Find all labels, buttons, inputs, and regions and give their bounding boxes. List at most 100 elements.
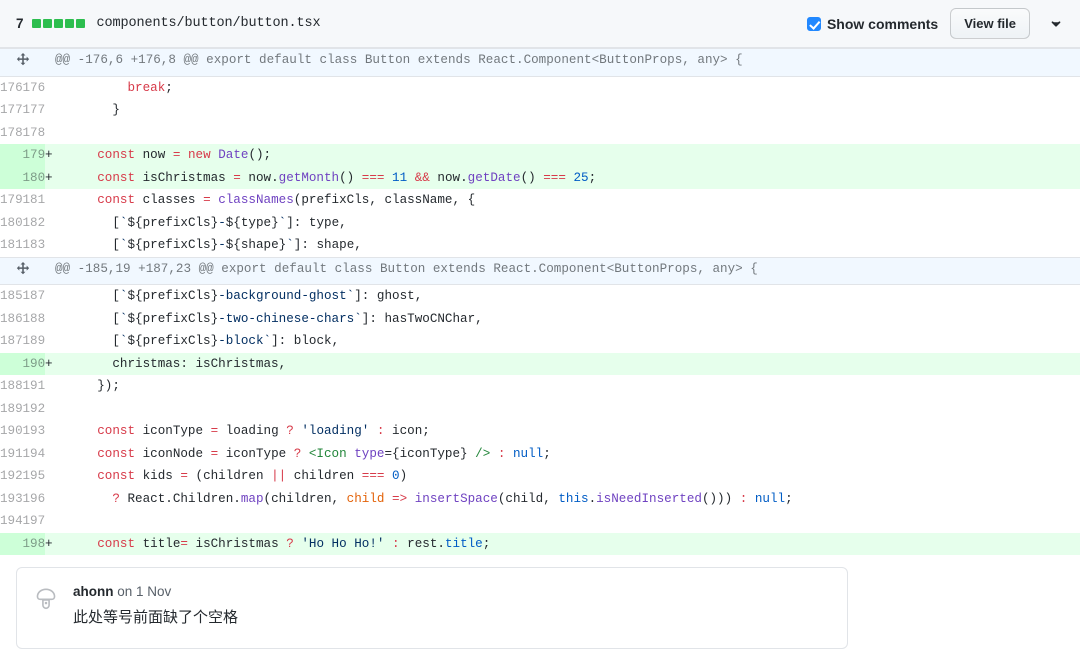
code-line[interactable]: } bbox=[45, 99, 1080, 122]
line-number-old[interactable]: 179 bbox=[0, 189, 23, 212]
line-number-new[interactable]: 190 bbox=[23, 353, 46, 376]
line-number-old[interactable]: 178 bbox=[0, 122, 23, 145]
code-line[interactable]: break; bbox=[45, 76, 1080, 99]
line-number-old[interactable]: 193 bbox=[0, 488, 23, 511]
code-line[interactable]: }); bbox=[45, 375, 1080, 398]
code-line[interactable]: const kids = (children || children === 0… bbox=[45, 465, 1080, 488]
line-number-new[interactable]: 177 bbox=[23, 99, 46, 122]
code-token: loading bbox=[218, 424, 286, 438]
code-token: rest. bbox=[400, 537, 445, 551]
line-number-old[interactable]: 177 bbox=[0, 99, 23, 122]
code-line[interactable]: const iconNode = iconType ? <Icon type={… bbox=[45, 443, 1080, 466]
expand-hunk-button[interactable] bbox=[0, 257, 45, 285]
view-file-button[interactable]: View file bbox=[950, 8, 1030, 39]
code-line[interactable]: [`${prefixCls}-${type}`]: type, bbox=[45, 212, 1080, 235]
code-token: ; bbox=[165, 81, 173, 95]
line-number-new[interactable]: 183 bbox=[23, 234, 46, 257]
show-comments-toggle[interactable]: Show comments bbox=[807, 16, 938, 32]
code-token: } bbox=[271, 216, 279, 230]
line-number-old[interactable]: 191 bbox=[0, 443, 23, 466]
code-token: (child, bbox=[498, 492, 558, 506]
code-line[interactable] bbox=[45, 122, 1080, 145]
expand-hunk-button[interactable] bbox=[0, 49, 45, 77]
code-token: (children, bbox=[264, 492, 347, 506]
code-token: now bbox=[135, 148, 173, 162]
line-number-new[interactable]: 187 bbox=[23, 285, 46, 308]
diff-row: 181183 [`${prefixCls}-${shape}`]: shape, bbox=[0, 234, 1080, 257]
code-token: ? bbox=[286, 537, 294, 551]
code-token: (prefixCls, className, { bbox=[294, 193, 475, 207]
file-path[interactable]: components/button/button.tsx bbox=[97, 16, 321, 31]
code-line[interactable]: ? React.Children.map(children, child => … bbox=[45, 488, 1080, 511]
line-number-new[interactable]: 178 bbox=[23, 122, 46, 145]
line-number-new[interactable]: 194 bbox=[23, 443, 46, 466]
comment-author[interactable]: ahonn bbox=[73, 584, 114, 599]
diff-row: 185187 [`${prefixCls}-background-ghost`]… bbox=[0, 285, 1080, 308]
line-number-old[interactable]: 176 bbox=[0, 76, 23, 99]
code-token: ${ bbox=[127, 216, 142, 230]
line-number-old[interactable] bbox=[0, 144, 23, 167]
code-line[interactable]: [`${prefixCls}-two-chinese-chars`]: hasT… bbox=[45, 308, 1080, 331]
line-number-new[interactable]: 191 bbox=[23, 375, 46, 398]
code-line[interactable]: const classes = classNames(prefixCls, cl… bbox=[45, 189, 1080, 212]
line-number-new[interactable]: 195 bbox=[23, 465, 46, 488]
line-number-old[interactable]: 187 bbox=[0, 330, 23, 353]
chevron-down-icon[interactable] bbox=[1042, 10, 1070, 38]
diffstat-square-add bbox=[54, 19, 63, 28]
line-number-old[interactable]: 185 bbox=[0, 285, 23, 308]
code-token: ]: block, bbox=[271, 334, 339, 348]
line-number-new[interactable]: 193 bbox=[23, 420, 46, 443]
code-line[interactable]: + const title= isChristmas ? 'Ho Ho Ho!'… bbox=[45, 533, 1080, 556]
code-token: getMonth bbox=[279, 171, 339, 185]
line-number-old[interactable]: 192 bbox=[0, 465, 23, 488]
code-line[interactable]: + christmas: isChristmas, bbox=[45, 353, 1080, 376]
code-line[interactable]: [`${prefixCls}-background-ghost`]: ghost… bbox=[45, 285, 1080, 308]
code-line[interactable] bbox=[45, 510, 1080, 533]
mushroom-avatar-icon[interactable] bbox=[31, 584, 61, 614]
code-token: (); bbox=[248, 148, 271, 162]
line-number-old[interactable] bbox=[0, 167, 23, 190]
line-number-old[interactable]: 180 bbox=[0, 212, 23, 235]
line-number-new[interactable]: 192 bbox=[23, 398, 46, 421]
line-number-old[interactable]: 186 bbox=[0, 308, 23, 331]
code-token: /> bbox=[475, 447, 490, 461]
comment-text: 此处等号前面缺了个空格 bbox=[73, 606, 831, 630]
line-number-old[interactable]: 194 bbox=[0, 510, 23, 533]
diff-row: 177177 } bbox=[0, 99, 1080, 122]
code-line[interactable]: [`${prefixCls}-block`]: block, bbox=[45, 330, 1080, 353]
code-token: ${ bbox=[127, 334, 142, 348]
code-token: iconNode bbox=[135, 447, 211, 461]
code-line[interactable]: [`${prefixCls}-${shape}`]: shape, bbox=[45, 234, 1080, 257]
line-number-new[interactable]: 197 bbox=[23, 510, 46, 533]
code-line[interactable]: + const isChristmas = now.getMonth() ===… bbox=[45, 167, 1080, 190]
code-line[interactable]: + const now = new Date(); bbox=[45, 144, 1080, 167]
line-number-old[interactable]: 189 bbox=[0, 398, 23, 421]
diff-row: 190+ christmas: isChristmas, bbox=[0, 353, 1080, 376]
line-number-new[interactable]: 198 bbox=[23, 533, 46, 556]
code-token: prefixCls bbox=[143, 312, 211, 326]
line-number-new[interactable]: 189 bbox=[23, 330, 46, 353]
line-number-new[interactable]: 181 bbox=[23, 189, 46, 212]
line-number-new[interactable]: 179 bbox=[23, 144, 46, 167]
show-comments-checkbox[interactable] bbox=[807, 17, 821, 31]
unfold-icon[interactable] bbox=[0, 258, 45, 280]
code-token: ]: shape, bbox=[294, 238, 362, 252]
line-number-new[interactable]: 188 bbox=[23, 308, 46, 331]
unfold-icon[interactable] bbox=[0, 49, 45, 71]
line-number-old[interactable] bbox=[0, 533, 23, 556]
line-number-new[interactable]: 176 bbox=[23, 76, 46, 99]
code-token: ` bbox=[354, 312, 362, 326]
line-number-new[interactable]: 182 bbox=[23, 212, 46, 235]
line-number-old[interactable]: 190 bbox=[0, 420, 23, 443]
line-number-old[interactable]: 188 bbox=[0, 375, 23, 398]
code-line[interactable]: const iconType = loading ? 'loading' : i… bbox=[45, 420, 1080, 443]
code-token: -two-chinese-chars bbox=[218, 312, 354, 326]
line-number-old[interactable] bbox=[0, 353, 23, 376]
line-number-new[interactable]: 180 bbox=[23, 167, 46, 190]
code-token: const bbox=[97, 193, 135, 207]
line-number-new[interactable]: 196 bbox=[23, 488, 46, 511]
code-token bbox=[67, 193, 97, 207]
line-number-old[interactable]: 181 bbox=[0, 234, 23, 257]
code-token: -block bbox=[218, 334, 263, 348]
code-line[interactable] bbox=[45, 398, 1080, 421]
